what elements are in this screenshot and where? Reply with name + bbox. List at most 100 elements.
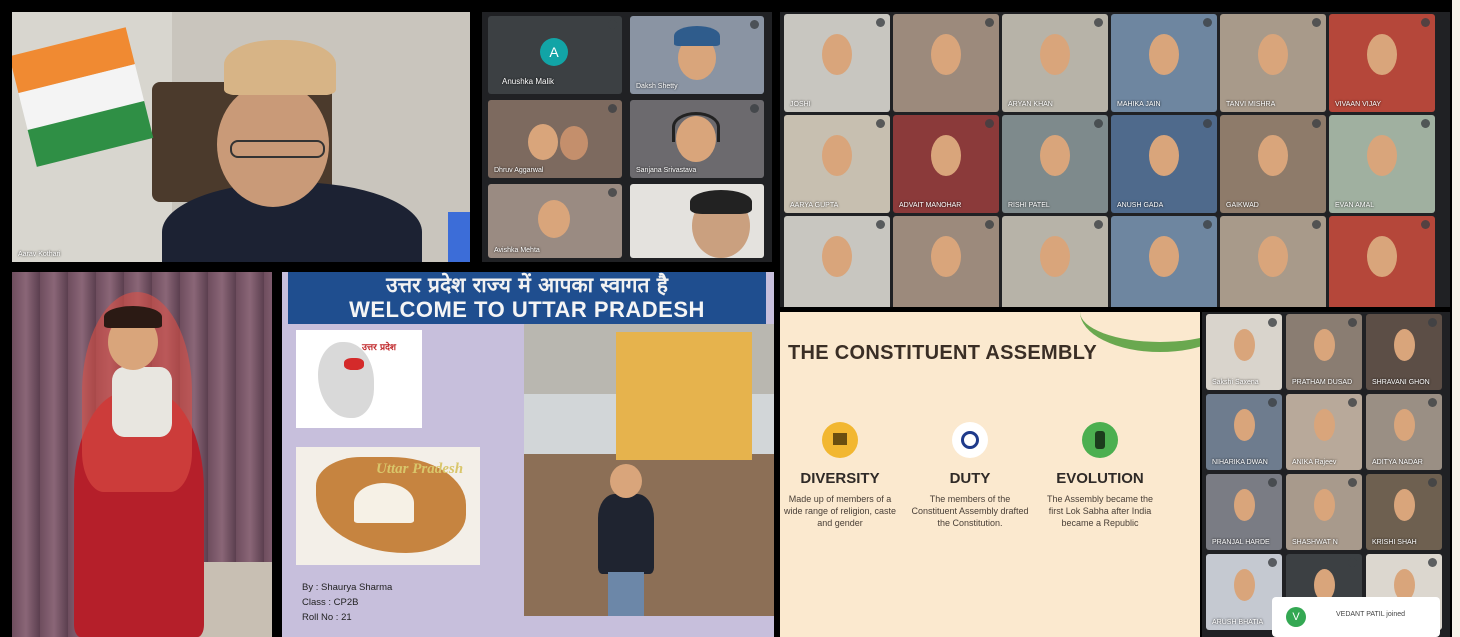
participant-tile[interactable] bbox=[784, 216, 890, 307]
participant-face bbox=[1234, 409, 1255, 441]
slide-banner: उत्तर प्रदेश राज्य में आपका स्वागत है WE… bbox=[288, 272, 766, 324]
mic-muted-icon bbox=[1348, 398, 1357, 407]
participant-tile[interactable]: RISHI PATEL bbox=[1002, 115, 1108, 213]
participant-tile[interactable]: ANIKA Rajeev bbox=[1286, 394, 1362, 470]
participant-name: Sakshi Saxena bbox=[1212, 379, 1259, 386]
participant-face bbox=[1258, 135, 1288, 176]
girl-hair bbox=[104, 306, 162, 328]
slide-title: THE CONSTITUENT ASSEMBLY bbox=[788, 342, 1098, 364]
blouse bbox=[112, 367, 172, 437]
participant-tile[interactable]: A Anushka Malik bbox=[488, 16, 622, 94]
map-label: उत्तर प्रदेश bbox=[362, 343, 396, 353]
participant-tile[interactable] bbox=[1002, 216, 1108, 307]
participant-tile[interactable]: AARYA GUPTA bbox=[784, 115, 890, 213]
mic-muted-icon bbox=[1268, 398, 1277, 407]
mic-muted-icon bbox=[750, 104, 759, 113]
participant-tile[interactable]: GAIKWAD bbox=[1220, 115, 1326, 213]
mic-muted-icon bbox=[1094, 220, 1103, 229]
presentation-slide[interactable]: उत्तर प्रदेश राज्य में आपका स्वागत है WE… bbox=[282, 272, 774, 637]
participant-tile[interactable] bbox=[1111, 216, 1217, 307]
participant-name: PRATHAM DUSAD bbox=[1292, 379, 1353, 386]
diversity-body: Made up of members of a wide range of re… bbox=[783, 494, 897, 528]
ghat-photo bbox=[524, 324, 774, 616]
mic-muted-icon bbox=[1094, 18, 1103, 27]
participant-tile[interactable]: SHRAVANI GHON bbox=[1366, 314, 1442, 390]
participant-tile[interactable]: PRANJAL HARDE bbox=[1206, 474, 1282, 550]
participant-name: VIVAAN VIJAY bbox=[1335, 101, 1382, 108]
participant-tile[interactable] bbox=[893, 14, 999, 112]
speaker-tile[interactable]: Aarav Kothari bbox=[12, 12, 470, 262]
mic-muted-icon bbox=[1421, 119, 1430, 128]
participant-face bbox=[1367, 236, 1397, 277]
mic-muted-icon bbox=[1203, 18, 1212, 27]
participant-tile[interactable]: NIHARIKA DWAN bbox=[1206, 394, 1282, 470]
art-label: Uttar Pradesh bbox=[376, 461, 464, 477]
participant-tile[interactable]: ADITYA NADAR bbox=[1366, 394, 1442, 470]
participant-tile[interactable]: JOSHI bbox=[784, 14, 890, 112]
participant-tile[interactable] bbox=[1220, 216, 1326, 307]
participant-name: SHRAVANI GHON bbox=[1372, 379, 1430, 386]
participant-face bbox=[822, 34, 852, 75]
evolution-heading: EVOLUTION bbox=[1056, 470, 1144, 487]
participant-tile[interactable]: Dhruv Aggarwal bbox=[488, 100, 622, 178]
participant-tile[interactable]: ARUSH BHATIA bbox=[1206, 554, 1282, 630]
participant-face bbox=[528, 124, 558, 160]
participant-tile[interactable]: ANUSH GADA bbox=[1111, 115, 1217, 213]
participant-tile[interactable]: ARYAN KHAN bbox=[1002, 14, 1108, 112]
participant-tile[interactable]: KRISHI SHAH bbox=[1366, 474, 1442, 550]
participant-tile[interactable]: Sanjana Srivastava bbox=[630, 100, 764, 178]
participant-tile[interactable] bbox=[630, 184, 764, 258]
participant-tile[interactable]: Sakshi Saxena bbox=[1206, 314, 1282, 390]
mic-muted-icon bbox=[985, 119, 994, 128]
participant-face bbox=[1234, 489, 1255, 521]
emblem-icon bbox=[1082, 422, 1118, 458]
mic-muted-icon bbox=[1312, 119, 1321, 128]
mic-muted-icon bbox=[608, 20, 617, 29]
participant-tile[interactable]: MAHIKA JAIN bbox=[1111, 14, 1217, 112]
mic-muted-icon bbox=[1348, 478, 1357, 487]
video-call-collage: Aarav Kothari A Anushka Malik Daksh Shet… bbox=[0, 0, 1460, 637]
participant-name: Sanjana Srivastava bbox=[636, 167, 697, 174]
participant-name: KRISHI SHAH bbox=[1372, 539, 1417, 546]
participant-face bbox=[1234, 329, 1255, 361]
participant-tile[interactable]: Daksh Shetty bbox=[630, 16, 764, 94]
tricolor-swoosh bbox=[1080, 312, 1200, 352]
participant-grid-large: JOSHI ARYAN KHAN MAHIKA JAIN TANVI MISHRA VI… bbox=[780, 12, 1450, 307]
mic-muted-icon bbox=[876, 18, 885, 27]
participant-tile[interactable] bbox=[1329, 216, 1435, 307]
flag-icon bbox=[822, 422, 858, 458]
participant-face bbox=[1314, 489, 1335, 521]
boy-face bbox=[610, 464, 642, 498]
participant-tile[interactable]: SHASHWAT N bbox=[1286, 474, 1362, 550]
participant-face bbox=[1149, 135, 1179, 176]
participant-tile[interactable]: TANVI MISHRA bbox=[1220, 14, 1326, 112]
participant-face bbox=[1314, 329, 1335, 361]
mic-muted-icon bbox=[1428, 478, 1437, 487]
participant-tile[interactable]: Avishka Mehta bbox=[488, 184, 622, 258]
participant-tile[interactable]: ADVAIT MANOHAR bbox=[893, 115, 999, 213]
join-notification[interactable]: V VEDANT PATIL joined bbox=[1272, 597, 1440, 637]
mic-muted-icon bbox=[1428, 318, 1437, 327]
india-map-card: उत्तर प्रदेश bbox=[296, 330, 422, 428]
participant-face bbox=[931, 236, 961, 277]
participant-tile[interactable]: EVAN AMAL bbox=[1329, 115, 1435, 213]
participant-grid-small: A Anushka Malik Daksh Shetty Dhruv Aggar… bbox=[482, 12, 772, 262]
costume-tile[interactable] bbox=[12, 272, 272, 637]
participant-tile[interactable]: PRATHAM DUSAD bbox=[1286, 314, 1362, 390]
mic-muted-icon bbox=[1428, 398, 1437, 407]
floor-light bbox=[192, 562, 272, 637]
mic-muted-icon bbox=[1268, 318, 1277, 327]
participant-tile[interactable] bbox=[893, 216, 999, 307]
participant-face bbox=[1149, 34, 1179, 75]
participant-name: AARYA GUPTA bbox=[790, 202, 839, 209]
participant-tile[interactable]: VIVAAN VIJAY bbox=[1329, 14, 1435, 112]
participant-name: ANUSH GADA bbox=[1117, 202, 1164, 209]
participant-face bbox=[1394, 489, 1415, 521]
boy-legs bbox=[608, 572, 644, 616]
participant-face bbox=[1367, 34, 1397, 75]
constituent-slide[interactable]: THE CONSTITUENT ASSEMBLY DIVERSITY Made … bbox=[780, 312, 1200, 637]
diversity-heading: DIVERSITY bbox=[800, 470, 880, 487]
taj-shape bbox=[354, 483, 414, 523]
participant-name: Dhruv Aggarwal bbox=[494, 167, 544, 174]
mic-muted-icon bbox=[1203, 119, 1212, 128]
